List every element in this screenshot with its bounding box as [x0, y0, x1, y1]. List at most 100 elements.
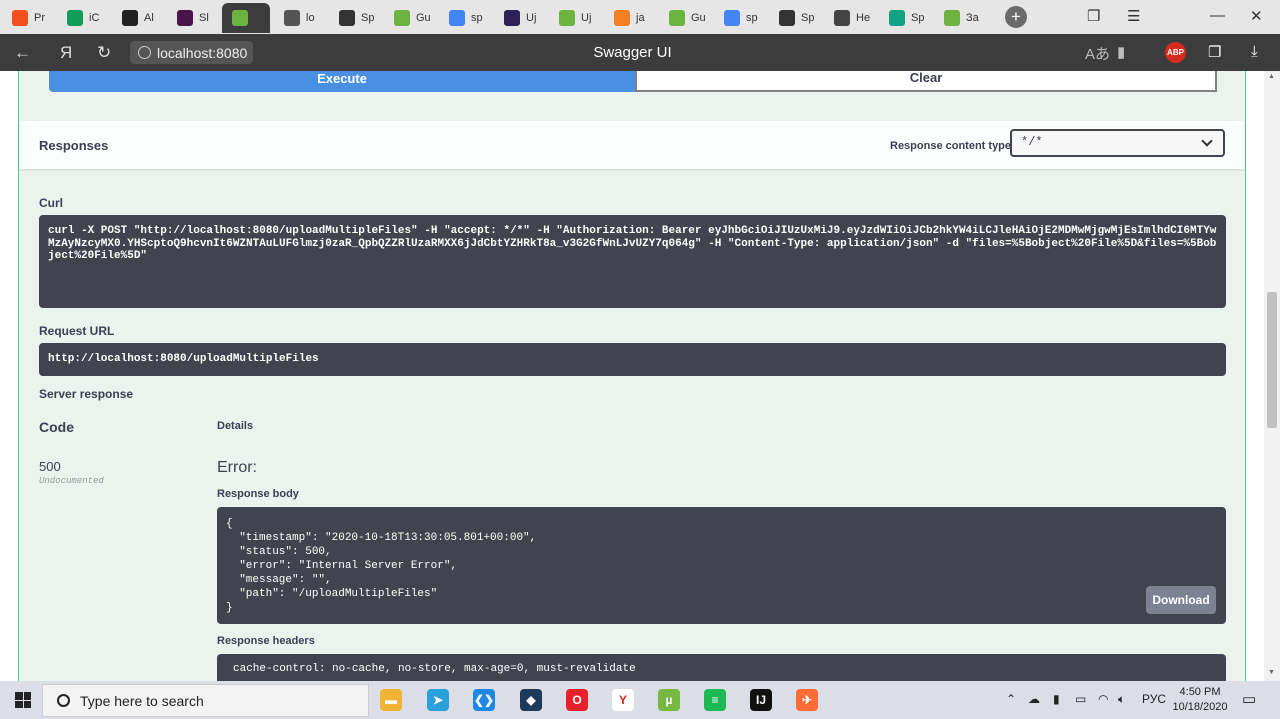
- spring-icon: [669, 10, 685, 26]
- browser-tab-label: Pr: [34, 12, 45, 24]
- telegram-icon: ➤: [427, 689, 449, 711]
- taskbar-app[interactable]: µ: [651, 684, 687, 716]
- scroll-up-icon[interactable]: ▲: [1268, 73, 1275, 80]
- collections-icon[interactable]: ❐: [1208, 43, 1221, 61]
- operation-block: Execute Clear Responses Response content…: [18, 71, 1246, 681]
- sheets-icon: [67, 10, 83, 26]
- notifications-icon[interactable]: ▭: [1242, 690, 1256, 708]
- google-icon: [724, 10, 740, 26]
- details-column-header: Details: [217, 420, 254, 432]
- taskbar-app[interactable]: ▬: [373, 684, 409, 716]
- battery-icon[interactable]: ▭: [1075, 692, 1086, 706]
- browser-tab[interactable]: iC: [57, 3, 109, 33]
- browser-tab[interactable]: Gu: [384, 3, 436, 33]
- browser-tab[interactable]: ja: [604, 3, 656, 33]
- minimize-icon[interactable]: —: [1210, 7, 1225, 24]
- browser-tab[interactable]: Al: [112, 3, 164, 33]
- browser-tab[interactable]: He: [824, 3, 876, 33]
- file-explorer-icon: ▬: [380, 689, 402, 711]
- response-headers: cache-control: no-cache, no-store, max-a…: [217, 654, 1226, 681]
- browser-tab[interactable]: Pr: [2, 3, 54, 33]
- scrollbar-thumb[interactable]: [1267, 292, 1277, 428]
- taskbar-app[interactable]: Y: [605, 684, 641, 716]
- browser-tab[interactable]: ✕: [222, 3, 270, 33]
- taskbar-app[interactable]: ◆: [513, 684, 549, 716]
- stackoverflow-icon: [614, 10, 630, 26]
- new-tab-button[interactable]: +: [1005, 6, 1027, 28]
- browser-tab[interactable]: Sl: [167, 3, 219, 33]
- swagger-page: Execute Clear Responses Response content…: [0, 71, 1264, 681]
- browser-tab-label: ja: [636, 12, 645, 24]
- download-icon[interactable]: ⤓: [1251, 43, 1258, 60]
- translate-icon[interactable]: Aあ: [1085, 43, 1110, 64]
- speaker-icon[interactable]: 🔈︎: [1118, 692, 1125, 707]
- clock-time: 4:50 PM: [1179, 686, 1221, 698]
- curl-command: curl -X POST "http://localhost:8080/uplo…: [39, 215, 1226, 308]
- tab-manager-icon[interactable]: ❐: [1087, 7, 1100, 25]
- browser-tab[interactable]: Sp: [879, 3, 931, 33]
- windows-start-icon[interactable]: [15, 692, 31, 708]
- wifi-icon[interactable]: ◠: [1098, 692, 1108, 706]
- response-headers-label: Response headers: [217, 635, 315, 647]
- content-type-label: Response content type: [890, 140, 1012, 152]
- spring-leaf-icon: [394, 10, 410, 26]
- taskbar-app[interactable]: ➤: [420, 684, 456, 716]
- browser-tab[interactable]: Gu: [659, 3, 711, 33]
- browser-tab[interactable]: Uj: [549, 3, 601, 33]
- chevron-up-icon[interactable]: ⌃: [1006, 692, 1016, 706]
- taskbar-app[interactable]: ❮❯: [466, 684, 502, 716]
- spring-icon: [944, 10, 960, 26]
- browser-tab[interactable]: lo: [274, 3, 326, 33]
- cloud-icon[interactable]: ☁: [1028, 692, 1040, 706]
- scroll-down-icon[interactable]: ▼: [1268, 669, 1275, 676]
- clock-date: 10/18/2020: [1172, 701, 1228, 713]
- adblock-plus-icon[interactable]: ABP: [1165, 42, 1186, 63]
- spring-icon: [232, 10, 248, 26]
- taskbar-app[interactable]: O: [559, 684, 595, 716]
- browser-tab[interactable]: sp: [714, 3, 766, 33]
- browser-tab-label: Uj: [581, 12, 592, 24]
- close-window-icon[interactable]: ✕: [1250, 7, 1263, 25]
- response-body: { "timestamp": "2020-10-18T13:30:05.801+…: [217, 507, 1226, 624]
- request-url: http://localhost:8080/uploadMultipleFile…: [39, 343, 1226, 376]
- responses-header: Responses Response content type */*: [19, 121, 1245, 169]
- browser-tab-strip: + ❐ ☰ — ✕ Pr iC Al Sl ✕ lo Sp Gu sp Uj Uj ja Gu sp Sp H…: [0, 0, 1280, 34]
- browser-toolbar: ← Я ↻ localhost:8080 Swagger UI Aあ ▮ ABP…: [0, 34, 1280, 71]
- language-indicator[interactable]: РУС: [1142, 692, 1166, 706]
- code-column-header: Code: [39, 419, 74, 435]
- responses-title: Responses: [39, 138, 109, 153]
- taskbar-app[interactable]: ✈: [789, 684, 825, 716]
- browser-tab[interactable]: Uj: [494, 3, 546, 33]
- bookmark-icon[interactable]: ▮: [1117, 43, 1125, 61]
- utorrent-icon: µ: [658, 689, 680, 711]
- chevron-down-icon: [1201, 135, 1213, 147]
- browser-tab[interactable]: Sp: [769, 3, 821, 33]
- swagger-icon: [339, 10, 355, 26]
- request-url-label: Request URL: [39, 324, 115, 338]
- browser-tab-label: Sp: [911, 12, 925, 24]
- taskbar-app[interactable]: ≡: [697, 684, 733, 716]
- feather-icon: [834, 10, 850, 26]
- download-button[interactable]: Download: [1146, 586, 1216, 614]
- microphone-icon[interactable]: ▮: [1053, 692, 1060, 706]
- search-placeholder: Type here to search: [80, 692, 204, 709]
- github-icon: [122, 10, 138, 26]
- eclipse-icon: [504, 10, 520, 26]
- system-clock[interactable]: 4:50 PM 10/18/2020: [1170, 685, 1230, 715]
- content-type-value: */*: [1021, 135, 1043, 149]
- browser-tab-label: Gu: [691, 12, 706, 24]
- pycharm-icon: ◆: [520, 689, 542, 711]
- browser-tab[interactable]: sp: [439, 3, 491, 33]
- spring-leaf-icon: [559, 10, 575, 26]
- close-tab-icon[interactable]: ✕: [268, 10, 270, 26]
- clear-button[interactable]: Clear: [635, 71, 1217, 92]
- taskbar-app[interactable]: IJ: [743, 684, 779, 716]
- taskbar-search[interactable]: Type here to search: [42, 684, 369, 717]
- browser-tab[interactable]: Sp: [329, 3, 381, 33]
- menu-icon[interactable]: ☰: [1127, 7, 1140, 25]
- page-scrollbar[interactable]: ▲ ▼: [1264, 71, 1280, 681]
- content-type-select[interactable]: */*: [1010, 129, 1225, 157]
- browser-tab-label: За: [966, 12, 979, 24]
- browser-tab[interactable]: За: [934, 3, 986, 33]
- execute-button[interactable]: Execute: [49, 71, 635, 92]
